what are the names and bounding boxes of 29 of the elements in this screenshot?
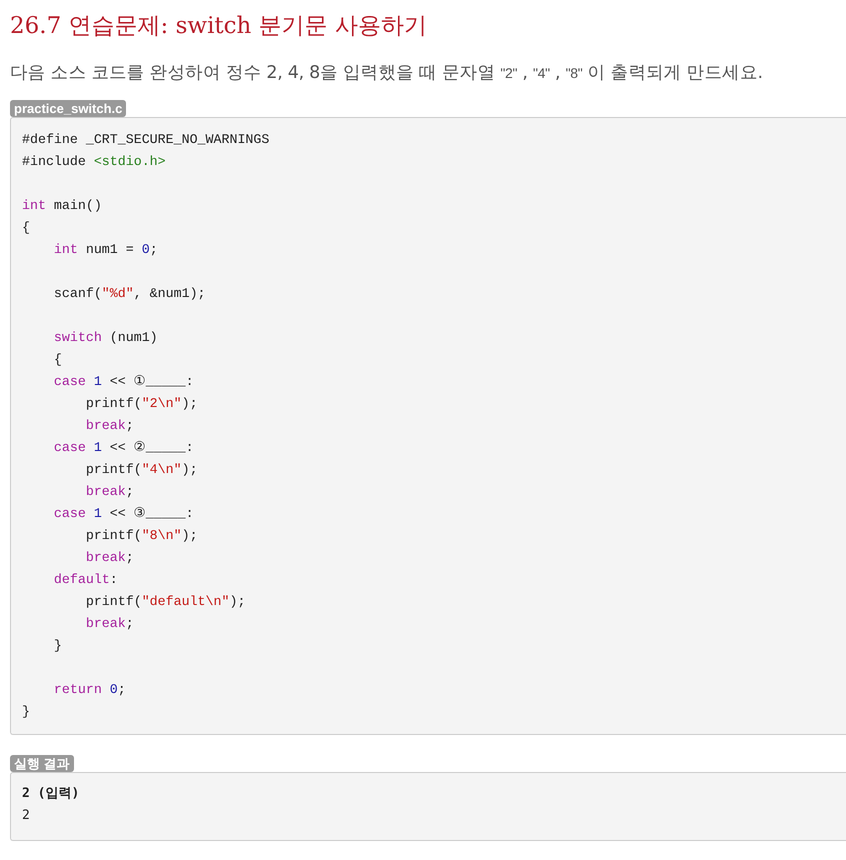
code-line: break; — [84, 483, 134, 501]
output-label: 실행 결과 — [10, 755, 74, 772]
code-line: { — [52, 351, 62, 369]
code-line: break; — [84, 549, 134, 567]
code-line: switch (num1) — [52, 329, 158, 347]
code-line: break; — [84, 417, 134, 435]
code-line: int main() — [22, 197, 102, 215]
code-line: break; — [84, 615, 134, 633]
code-line: default: — [52, 571, 118, 589]
code-line: { — [22, 219, 30, 237]
code-line: } — [52, 637, 62, 655]
code-line: printf("8\n"); — [84, 527, 198, 545]
code-line: case 1 << ②_____: — [52, 439, 194, 457]
code-line: case 1 << ①_____: — [52, 373, 194, 391]
code-line: printf("2\n"); — [84, 395, 198, 413]
code-line: int num1 = 0; — [52, 241, 158, 259]
code-line: scanf("%d", &num1); — [52, 285, 206, 303]
code-line: #include <stdio.h> — [22, 153, 166, 171]
code-line: #define _CRT_SECURE_NO_WARNINGS — [22, 131, 270, 149]
page-title: 26.7 연습문제: switch 분기문 사용하기 — [10, 12, 427, 41]
input-line: 2 (입력) — [22, 785, 80, 803]
code-line: } — [22, 703, 30, 721]
code-line: printf("default\n"); — [84, 593, 246, 611]
code-line: case 1 << ③_____: — [52, 505, 194, 523]
file-name-label: practice_switch.c — [10, 100, 126, 117]
code-line: printf("4\n"); — [84, 461, 198, 479]
instruction-text: 다음 소스 코드를 완성하여 정수 2, 4, 8을 입력했을 때 문자열 "2" , "4" , "8" 이 출력되게 만드세요. — [10, 62, 763, 85]
output-line: 2 — [22, 807, 30, 825]
code-line: return 0; — [52, 681, 126, 699]
